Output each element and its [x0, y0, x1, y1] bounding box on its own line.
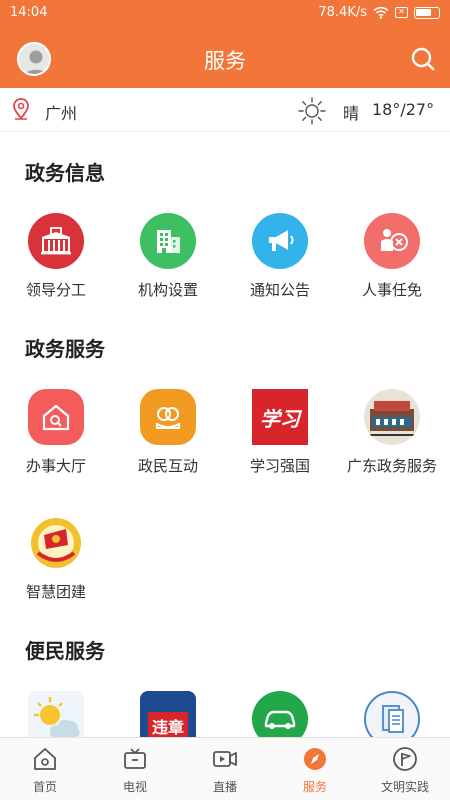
home-icon	[34, 748, 56, 770]
service-label: 办事大厅	[25, 457, 86, 475]
person-exchange-icon	[364, 213, 420, 269]
page-title: 服务	[204, 49, 246, 73]
government-building-icon	[28, 213, 84, 269]
service-label: 人事任免	[361, 281, 422, 299]
weather-bar: 广州 晴 18°/27°	[0, 88, 450, 132]
service-label: 政民互动	[137, 457, 198, 475]
tab-services[interactable]: 服务	[270, 738, 360, 800]
search-icon[interactable]	[410, 46, 436, 72]
xuexi-qiangguo-logo: 学习	[252, 389, 308, 445]
office-building-icon	[140, 213, 196, 269]
traffic-violation-icon: 违章	[140, 691, 196, 737]
section-title-gov-info: 政务信息	[25, 161, 105, 185]
tab-tv[interactable]: 电视	[90, 738, 180, 800]
city-name[interactable]: 广州	[45, 100, 77, 124]
compass-icon	[304, 748, 326, 770]
services-content[interactable]: 政务信息 领导分工 机构设置 通知公告 人事任免 政务服务 办事大厅 政民互动 …	[0, 133, 450, 737]
megaphone-icon	[252, 213, 308, 269]
service-label: 通知公告	[249, 281, 310, 299]
tab-label: 文明实践	[380, 780, 429, 794]
wifi-icon	[373, 6, 389, 19]
service-guangdong-gov[interactable]: 广东政务服务	[336, 389, 448, 476]
section-title-citizen-services: 便民服务	[25, 639, 105, 663]
app-header: 服务	[0, 26, 450, 88]
service-documents[interactable]	[336, 691, 448, 737]
service-personnel[interactable]: 人事任免	[336, 213, 448, 300]
location-pin-icon[interactable]	[12, 98, 30, 120]
section-title-gov-services: 政务服务	[25, 337, 105, 361]
network-speed: 78.4K/s	[318, 5, 367, 20]
youth-league-emblem	[28, 515, 84, 571]
service-smart-youth-league[interactable]: 智慧团建	[0, 515, 112, 602]
weather-sun-cloud-icon	[28, 691, 84, 737]
document-icon	[364, 691, 420, 737]
service-service-hall[interactable]: 办事大厅	[0, 389, 112, 476]
tab-label: 服务	[302, 780, 327, 794]
service-citizen-interaction[interactable]: 政民互动	[112, 389, 224, 476]
bottom-tab-bar: 首页 电视 直播 服务 文明实践	[0, 737, 450, 800]
status-indicators: 78.4K/s ✕	[318, 5, 440, 20]
tab-civilization-practice[interactable]: 文明实践	[360, 738, 450, 800]
tab-home[interactable]: 首页	[0, 738, 90, 800]
service-label: 领导分工	[25, 281, 86, 299]
battery-icon	[414, 6, 440, 19]
service-label: 广东政务服务	[346, 457, 437, 475]
no-sim-icon: ✕	[395, 7, 408, 18]
service-label: 机构设置	[137, 281, 198, 299]
service-label: 学习强国	[249, 457, 310, 475]
video-icon	[213, 751, 237, 767]
sun-icon	[298, 97, 326, 125]
tab-label: 电视	[122, 780, 147, 794]
guangdong-gov-logo	[364, 389, 420, 445]
service-hall-icon	[28, 389, 84, 445]
tab-live[interactable]: 直播	[180, 738, 270, 800]
service-weather[interactable]	[0, 691, 112, 737]
weather-condition: 晴	[343, 104, 360, 123]
status-time: 14:04	[10, 5, 48, 20]
service-leader-duties[interactable]: 领导分工	[0, 213, 112, 300]
tab-label: 首页	[32, 780, 57, 794]
status-bar: 14:04 78.4K/s ✕	[0, 0, 450, 26]
service-label: 智慧团建	[25, 583, 86, 601]
service-notices[interactable]: 通知公告	[224, 213, 336, 300]
tab-label: 直播	[212, 780, 237, 794]
service-vehicle[interactable]	[224, 691, 336, 737]
service-traffic-violation[interactable]: 违章	[112, 691, 224, 737]
service-org-structure[interactable]: 机构设置	[112, 213, 224, 300]
temperature: 18°/27°	[372, 100, 435, 119]
service-xuexi-qiangguo[interactable]: 学习 学习强国	[224, 389, 336, 476]
tv-icon	[124, 748, 146, 769]
chat-bubbles-icon	[140, 389, 196, 445]
car-icon	[252, 691, 308, 737]
flag-icon	[393, 747, 417, 771]
